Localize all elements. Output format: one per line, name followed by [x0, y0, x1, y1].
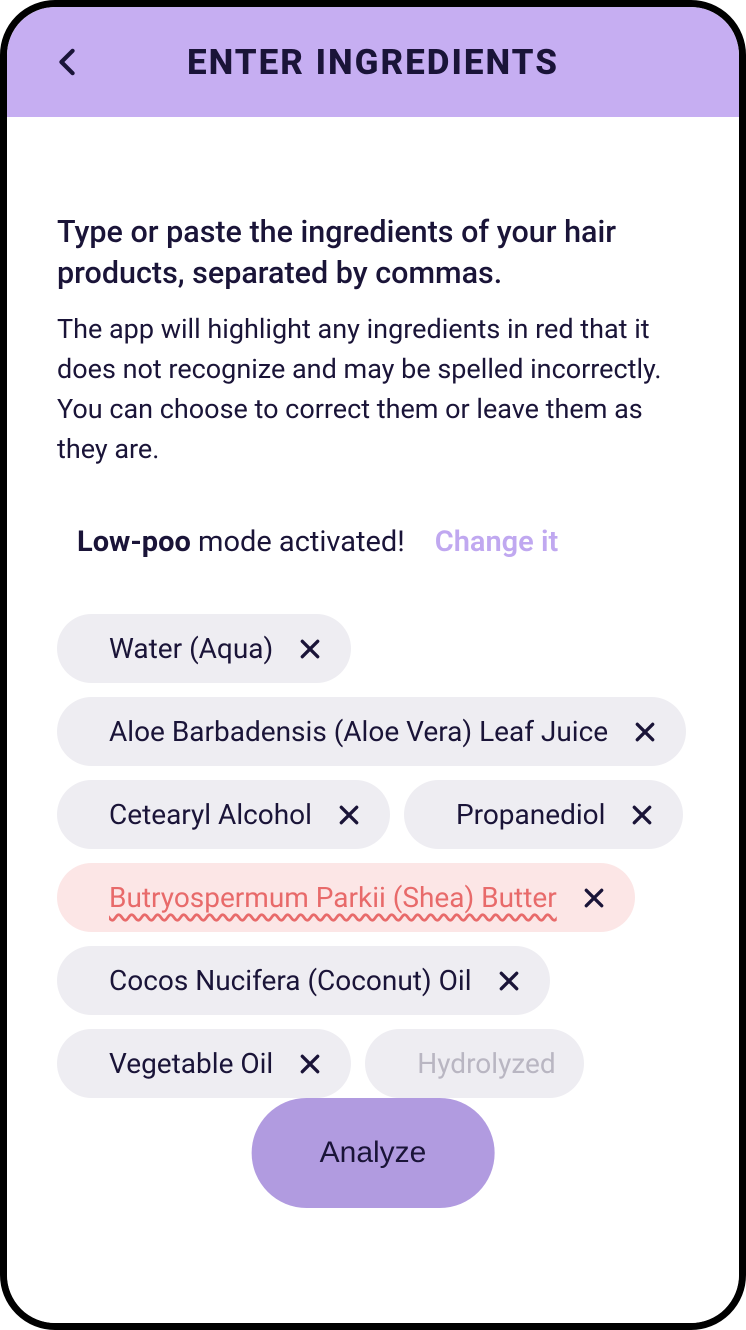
back-button[interactable]	[47, 42, 87, 82]
remove-ingredient-button[interactable]	[629, 802, 655, 828]
remove-ingredient-button[interactable]	[336, 802, 362, 828]
mode-text: Low-poo mode activated!	[77, 525, 405, 559]
close-icon	[338, 804, 360, 826]
change-mode-link[interactable]: Change it	[435, 525, 559, 559]
remove-ingredient-button[interactable]	[632, 719, 658, 745]
close-icon	[299, 1053, 321, 1075]
instruction-secondary: The app will highlight any ingredients i…	[57, 310, 689, 470]
close-icon	[583, 887, 605, 909]
chevron-left-icon	[58, 48, 76, 76]
mode-name: Low-poo	[77, 525, 191, 559]
ingredient-chip[interactable]: Water (Aqua)	[57, 614, 351, 683]
remove-ingredient-button[interactable]	[297, 636, 323, 662]
main-content: Type or paste the ingredients of your ha…	[7, 117, 739, 1098]
ingredient-chip[interactable]: Aloe Barbadensis (Aloe Vera) Leaf Juice	[57, 697, 686, 766]
ingredient-chip[interactable]: Cetearyl Alcohol	[57, 780, 390, 849]
remove-ingredient-button[interactable]	[581, 885, 607, 911]
page-title: ENTER INGREDIENTS	[7, 42, 739, 83]
ingredient-label: Water (Aqua)	[109, 632, 273, 665]
mode-suffix: mode activated!	[191, 525, 405, 559]
ingredients-chips: Water (Aqua) Aloe Barbadensis (Aloe Vera)…	[57, 614, 689, 1098]
analyze-button[interactable]: Analyze	[252, 1098, 495, 1208]
ingredient-label: Butryospermum Parkii (Shea) Butter	[109, 881, 557, 914]
ingredient-label: Hydrolyzed	[417, 1047, 555, 1080]
ingredient-chip[interactable]: Propanediol	[404, 780, 684, 849]
close-icon	[299, 638, 321, 660]
close-icon	[498, 970, 520, 992]
ingredient-label: Vegetable Oil	[109, 1047, 273, 1080]
close-icon	[634, 721, 656, 743]
ingredient-chip[interactable]: Cocos Nucifera (Coconut) Oil	[57, 946, 550, 1015]
ingredient-chip[interactable]: Hydrolyzed	[365, 1029, 583, 1098]
mode-row: Low-poo mode activated! Change it	[57, 525, 689, 559]
remove-ingredient-button[interactable]	[297, 1051, 323, 1077]
remove-ingredient-button[interactable]	[496, 968, 522, 994]
close-icon	[631, 804, 653, 826]
ingredient-label: Cetearyl Alcohol	[109, 798, 312, 831]
instruction-primary: Type or paste the ingredients of your ha…	[57, 212, 689, 294]
ingredient-label: Cocos Nucifera (Coconut) Oil	[109, 964, 472, 997]
ingredient-label: Aloe Barbadensis (Aloe Vera) Leaf Juice	[109, 715, 608, 748]
ingredient-chip[interactable]: Vegetable Oil	[57, 1029, 351, 1098]
ingredient-label: Propanediol	[456, 798, 606, 831]
app-header: ENTER INGREDIENTS	[7, 7, 739, 117]
ingredient-chip[interactable]: Butryospermum Parkii (Shea) Butter	[57, 863, 635, 932]
